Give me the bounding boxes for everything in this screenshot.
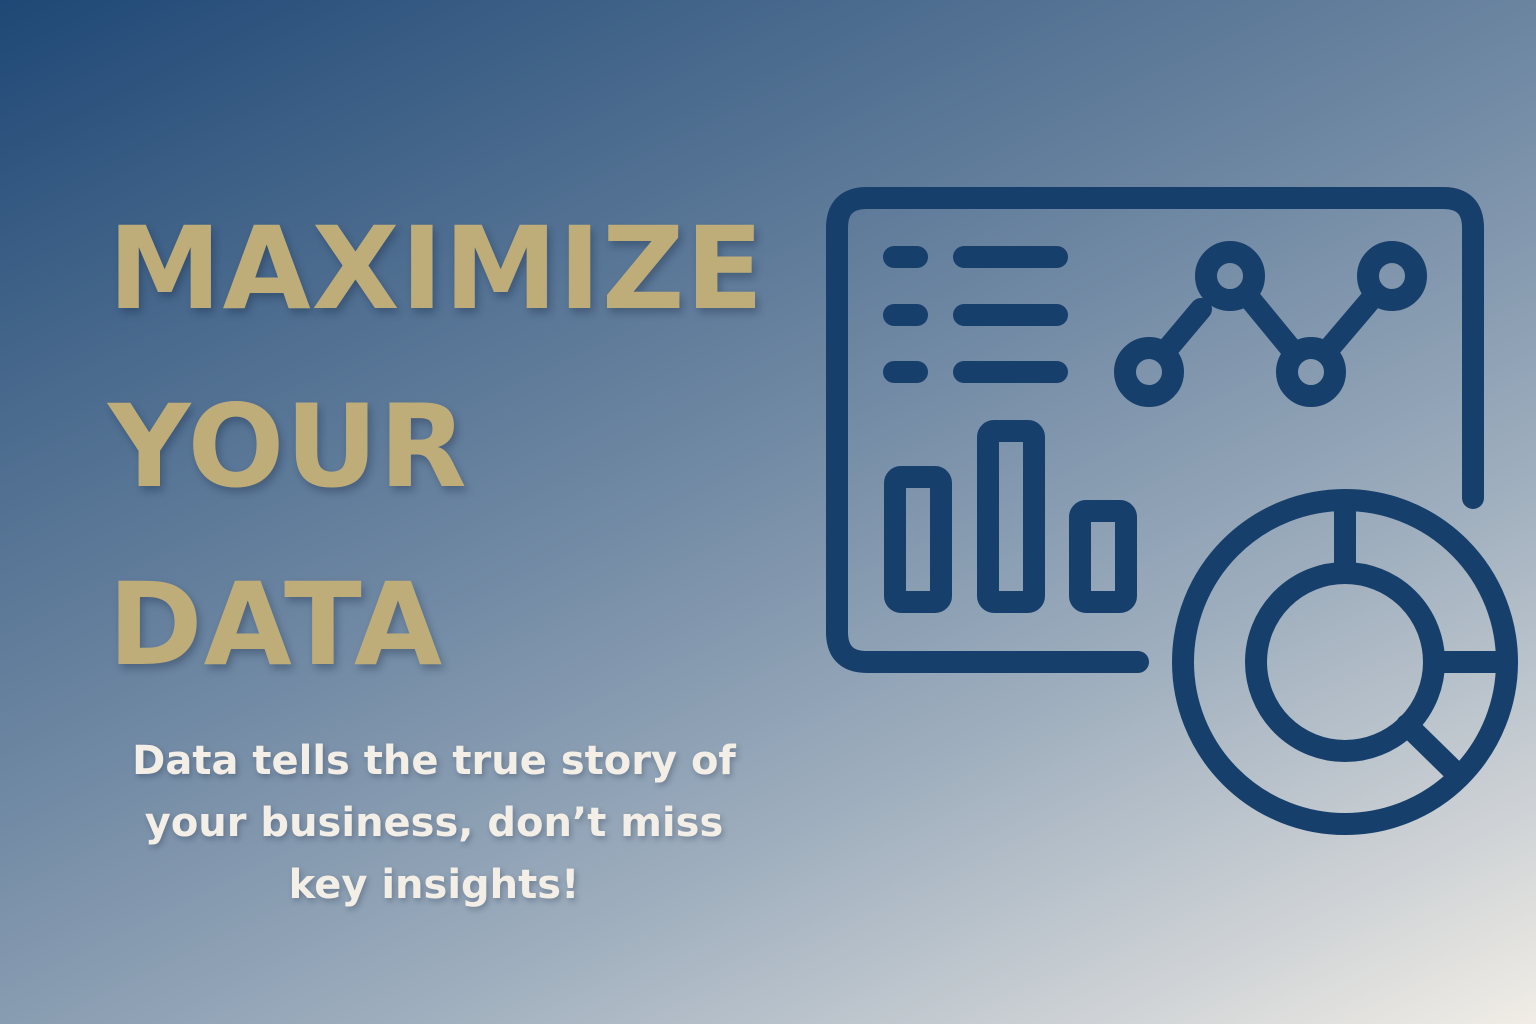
- headline-line-2: YOUR: [108, 380, 468, 513]
- bar-chart-icon: [884, 420, 1137, 613]
- headline-line-3: DATA: [108, 558, 444, 691]
- analytics-dashboard-icon: [826, 187, 1518, 835]
- tagline-line-3: key insights!: [288, 862, 580, 908]
- tagline-line-1: Data tells the true story of: [132, 738, 736, 784]
- donut-magnifier-icon: [1172, 489, 1518, 835]
- line-graph-icon: [1114, 241, 1427, 407]
- list-lines-icon: [883, 246, 1068, 383]
- headline: MAXIMIZE YOUR DATA: [108, 180, 764, 714]
- tagline: Data tells the true story of your busine…: [100, 730, 768, 916]
- headline-line-1: MAXIMIZE: [108, 202, 765, 335]
- tagline-line-2: your business, don’t miss: [144, 800, 724, 846]
